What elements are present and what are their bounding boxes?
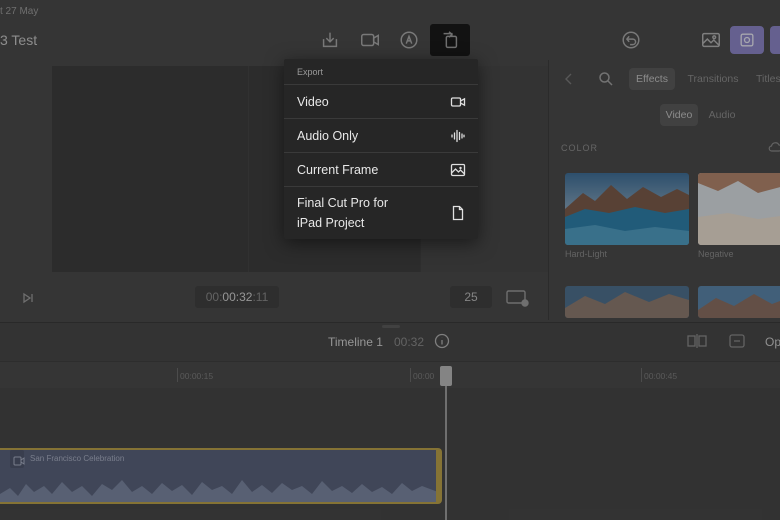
waveform-icon <box>451 129 465 142</box>
resize-handle[interactable] <box>382 325 400 328</box>
menu-item-label: Video <box>297 94 329 109</box>
playhead-line <box>445 386 447 520</box>
clip-video-icon <box>13 453 25 466</box>
clip-title: San Francisco Celebration <box>30 454 125 463</box>
subtab-audio[interactable]: Audio <box>702 104 742 126</box>
timeline-title: Timeline 1 <box>328 335 383 349</box>
share-button[interactable] <box>430 24 470 56</box>
menu-item-current-frame[interactable]: Current Frame <box>284 152 478 186</box>
tab-titles[interactable]: Titles <box>752 68 780 90</box>
viewer-divider <box>248 66 249 272</box>
menu-item-label-line2: iPad Project <box>297 216 365 230</box>
split-icon[interactable] <box>686 333 708 349</box>
export-menu: Export Video Audio Only Current Frame Fi… <box>284 59 478 239</box>
video-camera-icon <box>450 96 466 107</box>
menu-item-label: Audio Only <box>297 128 359 143</box>
timecode-dim: 00: <box>205 290 223 304</box>
camera-icon[interactable] <box>357 28 383 52</box>
ruler-label: 00:00:15 <box>180 371 214 381</box>
effect-thumbnail-3[interactable] <box>565 286 689 318</box>
clip-trim-handle[interactable] <box>436 450 442 502</box>
playhead[interactable] <box>440 366 452 386</box>
menu-item-final-cut-pro-project[interactable]: Final Cut Pro for iPad Project <box>284 186 478 239</box>
tab-transitions[interactable]: Transitions <box>682 68 744 90</box>
effect-thumbnail-negative[interactable] <box>698 173 780 245</box>
export-menu-header: Export <box>297 67 324 77</box>
tab-effects[interactable]: Effects <box>629 68 675 90</box>
share-icon <box>443 31 458 49</box>
mountain-image <box>565 286 689 318</box>
menu-item-label-line1: Final Cut Pro for <box>297 196 389 210</box>
detach-icon[interactable] <box>727 333 747 349</box>
ruler-tick <box>177 368 178 382</box>
search-icon[interactable] <box>598 71 614 87</box>
options-button[interactable]: Op <box>765 335 780 349</box>
voiceover-icon[interactable] <box>396 28 422 52</box>
menu-item-label: Current Frame <box>297 162 379 177</box>
project-title: 3 Test <box>0 32 38 48</box>
ruler-label: 00:00 <box>413 371 435 381</box>
info-icon[interactable] <box>434 333 450 349</box>
frame-rate-display[interactable]: 25 <box>450 286 492 308</box>
effects-icon <box>740 33 754 47</box>
document-icon <box>452 205 464 221</box>
ruler-tick <box>641 368 642 382</box>
inspector-toggle-button[interactable] <box>730 26 764 54</box>
undo-icon[interactable] <box>618 28 644 52</box>
timeline-toolbar <box>0 322 780 362</box>
effect-thumbnail-4[interactable] <box>698 286 780 318</box>
subtab-video[interactable]: Video <box>660 104 698 126</box>
inspector-divider <box>548 60 549 320</box>
photo-library-icon[interactable] <box>698 28 724 52</box>
cloud-icon[interactable] <box>768 140 780 154</box>
photo-icon <box>450 163 466 176</box>
timecode-main: 00:32 <box>222 290 253 304</box>
audio-waveform <box>0 480 438 502</box>
effect-label-negative: Negative <box>698 249 734 259</box>
effect-label-hard-light: Hard-Light <box>565 249 608 259</box>
negative-image <box>698 173 780 245</box>
ruler-label: 00:00:45 <box>644 371 678 381</box>
chevron-left-icon[interactable] <box>562 72 576 86</box>
date-label: t 27 May <box>0 6 39 17</box>
ruler-tick <box>410 368 411 382</box>
mountain-image <box>698 286 780 318</box>
import-icon[interactable] <box>317 28 343 52</box>
effect-thumbnail-hard-light[interactable] <box>565 173 689 245</box>
timecode-display: 00: 00:32:11 <box>195 286 279 308</box>
menu-item-video[interactable]: Video <box>284 84 478 118</box>
mountain-lake-image <box>565 173 689 245</box>
skip-forward-icon[interactable] <box>22 291 34 304</box>
more-button[interactable] <box>770 26 780 54</box>
section-header-color: COLOR <box>561 143 599 153</box>
timeline-duration: 00:32 <box>394 335 425 349</box>
menu-item-label: Final Cut Pro for iPad Project <box>297 193 388 233</box>
timecode-frames: :11 <box>252 290 269 304</box>
menu-item-audio-only[interactable]: Audio Only <box>284 118 478 152</box>
display-options-icon[interactable] <box>505 289 529 307</box>
